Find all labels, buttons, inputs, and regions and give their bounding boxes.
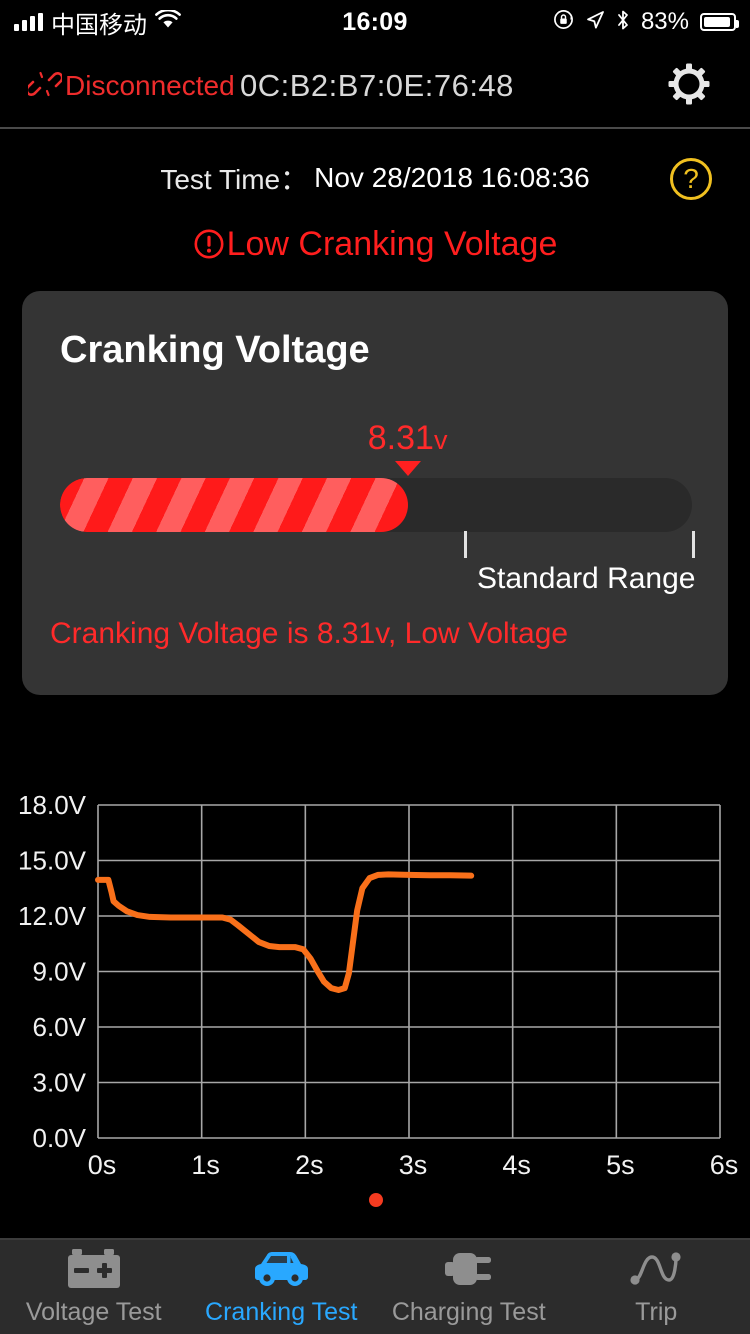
tab-label: Voltage Test (25, 1298, 162, 1326)
range-tick-start (464, 531, 468, 558)
help-button[interactable]: ? (670, 158, 712, 200)
plug-icon (441, 1247, 497, 1291)
tab-trip[interactable]: Trip (563, 1240, 750, 1334)
broken-link-icon (25, 71, 64, 102)
voltage-progress-fill (60, 478, 408, 532)
rotation-lock-icon (553, 9, 574, 35)
tab-label: Charging Test (391, 1298, 546, 1326)
tab-cranking-test[interactable]: Cranking Test (188, 1240, 376, 1334)
svg-text:4s: 4s (502, 1150, 531, 1180)
standard-range-label: Standard Range (476, 562, 696, 595)
car-icon (249, 1247, 313, 1291)
bottom-tab-bar: Voltage Test Cranking Test Charging Test… (0, 1238, 750, 1334)
svg-text:0s: 0s (88, 1150, 117, 1180)
gear-icon (666, 61, 712, 112)
bluetooth-icon (616, 9, 630, 36)
svg-text:0.0V: 0.0V (33, 1123, 87, 1153)
svg-text:6.0V: 6.0V (33, 1012, 87, 1042)
svg-text:18.0V: 18.0V (18, 790, 87, 820)
value-marker-triangle (394, 461, 421, 476)
clock-label: 16:09 (342, 7, 408, 36)
battery-icon (700, 13, 739, 31)
card-note: Cranking Voltage is 8.31v, Low Voltage (50, 617, 569, 650)
battery-icon (66, 1247, 122, 1291)
status-bar: 中国移动 16:09 83% (0, 0, 750, 44)
range-tick-end (692, 531, 695, 558)
app-bar: Disconnected 0C:B2:B7:0E:76:48 (0, 44, 750, 128)
svg-text:5s: 5s (606, 1150, 635, 1180)
svg-text:9.0V: 9.0V (33, 957, 87, 987)
voltage-progress-track (60, 478, 692, 532)
app-root: 中国移动 16:09 83% Disconnected 0C:B2:B7:0E:… (0, 0, 750, 1334)
measured-value-number: 8.31 (367, 419, 434, 457)
chart-svg: 0.0V 3.0V 6.0V 9.0V 12.0V 15.0V 18.0V 0s 1s 2s 3s 4… (18, 790, 739, 1180)
measured-value-unit: v (433, 425, 448, 455)
svg-text:3.0V: 3.0V (33, 1068, 87, 1098)
test-time-value: Nov 28/2018 16:08:36 (314, 162, 590, 193)
svg-text:6s: 6s (710, 1150, 739, 1180)
cranking-voltage-card: Cranking Voltage 8.31v Standard Range Cr… (22, 291, 728, 695)
svg-text:1s: 1s (191, 1150, 220, 1180)
page-indicator-dot[interactable] (369, 1193, 383, 1207)
test-time-row: Test Time： Nov 28/2018 16:08:36 (0, 158, 750, 198)
warning-text: Low Cranking Voltage (226, 224, 558, 263)
connection-status[interactable]: Disconnected (25, 70, 235, 102)
card-title: Cranking Voltage (60, 329, 370, 371)
voltage-chart: 0.0V 3.0V 6.0V 9.0V 12.0V 15.0V 18.0V 0s 1s 2s 3s 4… (0, 780, 750, 1180)
status-bar-right: 83% (553, 0, 739, 44)
question-mark-icon: ? (683, 163, 699, 194)
svg-text:3s: 3s (399, 1150, 428, 1180)
svg-text:2s: 2s (295, 1150, 324, 1180)
tab-label: Cranking Test (205, 1298, 358, 1326)
tab-charging-test[interactable]: Charging Test (375, 1240, 563, 1334)
tab-label: Trip (635, 1298, 678, 1326)
measured-value-label: 8.31v (368, 419, 448, 458)
warning-banner: Low Cranking Voltage (0, 222, 750, 266)
svg-text:15.0V: 15.0V (18, 846, 87, 876)
tab-voltage-test[interactable]: Voltage Test (0, 1240, 188, 1334)
exclamation-circle-icon (193, 228, 225, 260)
header-divider (0, 127, 750, 129)
location-arrow-icon (585, 10, 605, 35)
device-mac-label: 0C:B2:B7:0E:76:48 (240, 68, 514, 103)
test-time-label: Test Time： (160, 164, 309, 195)
connection-status-label: Disconnected (65, 70, 235, 101)
trip-line-icon (628, 1247, 684, 1291)
settings-button[interactable] (666, 63, 712, 109)
svg-text:12.0V: 12.0V (18, 901, 87, 931)
battery-percent-label: 83% (640, 8, 689, 35)
